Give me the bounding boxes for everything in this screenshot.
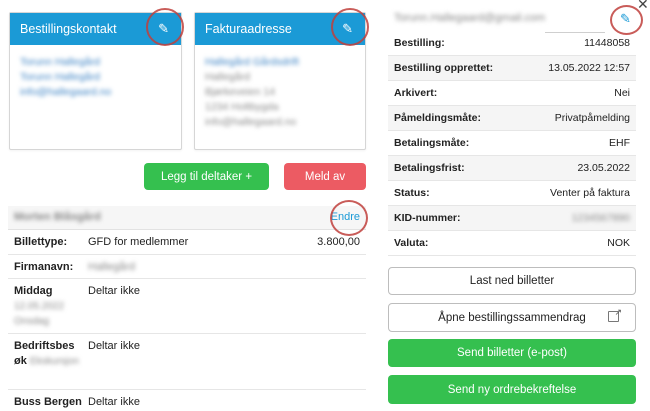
info-key: Påmeldingsmåte: bbox=[394, 112, 481, 124]
info-key: KID-nummer: bbox=[394, 212, 461, 224]
table-row: Bedriftsbes øk Deltar ikke Ekskursjon bbox=[8, 334, 366, 390]
info-value: Nei bbox=[614, 87, 630, 99]
info-key: Betalingsfrist: bbox=[394, 162, 465, 174]
external-link-icon: ↗ bbox=[608, 308, 622, 322]
contact-card-header: Bestillingskontakt ✎ bbox=[10, 13, 181, 45]
contact-card-body: Torunn Hallegård Torunn Hallegård info@h… bbox=[10, 45, 181, 110]
invoice-line: Hallegård Gårdsdrift bbox=[205, 56, 299, 68]
contact-line: Torunn Hallegård bbox=[20, 56, 100, 68]
info-key: Bestilling: bbox=[394, 37, 445, 49]
invoice-card-body: Hallegård Gårdsdrift Hallegård Bjørkevei… bbox=[195, 45, 365, 140]
close-icon[interactable]: ✕ bbox=[637, 0, 649, 13]
participant-header: Morten Blåsgård Endre bbox=[8, 206, 366, 230]
info-row: Betalingsmåte: EHF bbox=[388, 131, 636, 156]
row-label-cont: øk bbox=[14, 355, 27, 367]
contact-card: Bestillingskontakt ✎ Torunn Hallegård To… bbox=[9, 12, 182, 150]
row-sub: Ekskursjon bbox=[30, 356, 79, 367]
invoice-line: Bjørkeveien 14 bbox=[205, 86, 276, 98]
info-key: Bestilling opprettet: bbox=[394, 62, 494, 74]
row-label: Buss Bergen bbox=[14, 396, 82, 408]
table-row: Middag Deltar ikke 12.05.2022 Onsdag bbox=[8, 279, 366, 334]
info-row: Arkivert: Nei bbox=[388, 81, 636, 106]
info-row: Status: Venter på faktura bbox=[388, 181, 636, 206]
info-value: EHF bbox=[609, 137, 630, 149]
info-value: Venter på faktura bbox=[550, 187, 630, 199]
info-row: KID-nummer: 1234567890 bbox=[388, 206, 636, 231]
invoice-card: Fakturaadresse ✎ Hallegård Gårdsdrift Ha… bbox=[194, 12, 366, 150]
info-row: Bestilling: 11448058 bbox=[388, 31, 636, 56]
info-key: Arkivert: bbox=[394, 87, 438, 99]
open-summary-button[interactable]: Åpne bestillingssammendrag ↗ bbox=[388, 303, 636, 332]
download-tickets-label: Last ned billetter bbox=[469, 275, 555, 287]
info-value: NOK bbox=[607, 237, 630, 249]
info-value: 13.05.2022 12:57 bbox=[548, 62, 630, 74]
row-value: GFD for medlemmer bbox=[88, 236, 189, 248]
info-key: Valuta: bbox=[394, 237, 429, 249]
participant-name: Morten Blåsgård bbox=[14, 211, 101, 223]
info-value: 1234567890 bbox=[571, 212, 630, 224]
row-amount: 3.800,00 bbox=[317, 236, 360, 248]
row-value: Hallegård bbox=[88, 261, 136, 273]
table-row: Buss Bergen Deltar ikke bbox=[8, 390, 366, 411]
add-participant-button[interactable]: Legg til deltaker + bbox=[144, 163, 269, 190]
send-confirmation-button[interactable]: Send ny ordrebekreftelse bbox=[388, 375, 636, 404]
contact-line: Torunn Hallegård bbox=[20, 71, 100, 83]
invoice-card-title: Fakturaadresse bbox=[205, 22, 292, 36]
customer-email: Torunn.Hallegaard@gmail.com bbox=[394, 12, 546, 24]
row-value: Deltar ikke bbox=[88, 340, 140, 352]
row-label: Bedriftsbes bbox=[14, 340, 75, 352]
send-tickets-label: Send billetter (e-post) bbox=[457, 347, 567, 359]
pencil-icon[interactable]: ✎ bbox=[158, 21, 169, 37]
row-label: Billettype: bbox=[14, 236, 68, 248]
info-row: Valuta: NOK bbox=[388, 231, 636, 256]
info-value: 11448058 bbox=[584, 37, 630, 49]
add-participant-label: Legg til deltaker + bbox=[160, 170, 253, 183]
pencil-icon[interactable]: ✎ bbox=[620, 11, 631, 27]
info-row: Betalingsfrist: 23.05.2022 bbox=[388, 156, 636, 181]
invoice-line: Hallegård bbox=[205, 71, 250, 83]
pencil-icon[interactable]: ✎ bbox=[342, 21, 353, 37]
edit-participant-link[interactable]: Endre bbox=[331, 211, 360, 223]
row-sub: Onsdag bbox=[14, 316, 50, 327]
invoice-line: info@hallegaard.no bbox=[205, 116, 297, 128]
open-summary-label: Åpne bestillingssammendrag bbox=[438, 311, 586, 324]
contact-email: info@hallegaard.no bbox=[20, 86, 112, 98]
table-row: Firmanavn: Hallegård bbox=[8, 255, 366, 279]
unregister-label: Meld av bbox=[304, 170, 346, 183]
row-sub: 12.05.2022 bbox=[14, 301, 65, 312]
info-row: Bestilling opprettet: 13.05.2022 12:57 bbox=[388, 56, 636, 81]
table-row: Billettype: GFD for medlemmer 3.800,00 bbox=[8, 230, 366, 255]
info-key: Betalingsmåte: bbox=[394, 137, 470, 149]
info-key: Status: bbox=[394, 187, 430, 199]
download-tickets-button[interactable]: Last ned billetter bbox=[388, 267, 636, 295]
unregister-button[interactable]: Meld av bbox=[284, 163, 366, 190]
row-value: Deltar ikke bbox=[88, 285, 140, 297]
invoice-line: 1234 Holtbygda bbox=[205, 101, 279, 113]
contact-card-title: Bestillingskontakt bbox=[20, 22, 117, 36]
invoice-card-header: Fakturaadresse ✎ bbox=[195, 13, 365, 45]
info-value: Privatpåmelding bbox=[554, 112, 630, 124]
send-tickets-button[interactable]: Send billetter (e-post) bbox=[388, 339, 636, 367]
send-confirmation-label: Send ny ordrebekreftelse bbox=[447, 383, 577, 396]
row-value: Deltar ikke bbox=[88, 396, 140, 408]
info-row: Påmeldingsmåte: Privatpåmelding bbox=[388, 106, 636, 131]
row-label: Middag bbox=[14, 285, 53, 297]
row-label: Firmanavn: bbox=[14, 261, 74, 273]
info-value: 23.05.2022 bbox=[577, 162, 630, 174]
